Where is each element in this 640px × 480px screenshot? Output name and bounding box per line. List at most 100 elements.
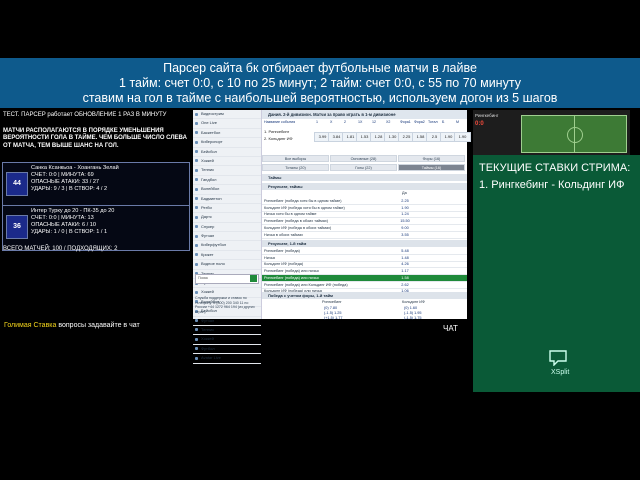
market-tab[interactable]: Форы (16) xyxy=(398,155,465,162)
banner-line-1: Парсер сайта бк отбирает футбольные матч… xyxy=(163,61,477,75)
market-odds[interactable]: 3.55 xyxy=(396,232,414,238)
sidebar-item[interactable]: Теннис xyxy=(193,166,261,176)
match-shots: УДАРЫ: 1 / 0 | В СТВОР: 1 / 1 xyxy=(31,229,108,235)
sidebar-item[interactable]: Хоккей xyxy=(193,157,261,167)
market-odds[interactable]: 4.26 xyxy=(396,261,414,267)
chat-invite-text: вопросы задавайте в чат xyxy=(56,322,140,329)
odds-column-header: Тотал xyxy=(428,120,438,124)
sidebar-item[interactable]: Баскетбол xyxy=(193,129,261,139)
handicap-odds[interactable]: (0) 7.80 xyxy=(324,306,337,310)
sidebar-item[interactable]: Водное поло xyxy=(193,260,261,270)
market-label: Рингкебинг (победа хотя бы в одном тайме… xyxy=(264,199,342,203)
bookmaker-window: Видеострим One Live Баскетбол Киберспорт Бей… xyxy=(193,110,471,364)
xsplit-label: XSplit xyxy=(551,369,570,376)
market-odds[interactable]: 1.17 xyxy=(396,268,414,274)
current-bets-panel: ТЕКУЩИЕ СТАВКИ СТРИМА: 1. Рингкебинг - К… xyxy=(473,155,640,392)
market-odds[interactable]: 1.58 xyxy=(396,275,414,281)
market-odds[interactable]: 1.48 xyxy=(396,255,414,261)
sidebar-item[interactable]: Гандбол xyxy=(193,176,261,186)
market-label: Рингкебинг (победа) xyxy=(264,249,300,253)
sidebar-item[interactable]: Футзал xyxy=(193,317,261,326)
market-odds[interactable]: 2.62 xyxy=(396,282,414,288)
market-label: Кольдинг ИФ (победа хотя бы в одном тайм… xyxy=(264,205,345,210)
support-info: Служба поддержки и ставок по телефону: 8… xyxy=(195,296,255,314)
sidebar-item[interactable]: Киберспорт xyxy=(193,138,261,148)
odds-column-header: X2 xyxy=(386,120,391,124)
handicap-odds[interactable]: (-1.5) 1.95 xyxy=(404,311,422,315)
market-odds[interactable]: 5.48 xyxy=(396,248,414,254)
odds-cell[interactable]: 1.90 xyxy=(454,132,471,142)
sidebar-item[interactable]: Дартс xyxy=(193,213,261,223)
match-probability: 36 xyxy=(6,215,28,239)
sports-sidebar: Видеострим One Live Баскетбол Киберспорт Бей… xyxy=(193,110,262,364)
parser-panel: ТЕСТ. ПАРСЕР работает ОБНОВЛЕНИЕ 1 РАЗ В… xyxy=(0,110,192,370)
odds-column-header: 1 xyxy=(316,120,318,124)
sidebar-item[interactable]: Хоккей xyxy=(193,335,261,345)
odds-column-header: 2 xyxy=(344,120,346,124)
market-label: Рингкебинг (победа) или ничья xyxy=(264,275,319,280)
match-tracker: Рингкебинг 0:0 xyxy=(473,110,630,155)
sidebar-item[interactable]: Волейбол xyxy=(193,185,261,195)
sidebar-item[interactable]: Крикет xyxy=(193,251,261,261)
odds-column-header: X xyxy=(330,120,333,124)
event-panel: Дания. 2-й дивизион. Матчи за право игра… xyxy=(262,110,471,320)
title-banner: Парсер сайта бк отбирает футбольные матч… xyxy=(0,58,640,108)
match-probability: 44 xyxy=(6,172,28,196)
market-tab[interactable]: Основные (28) xyxy=(330,155,397,162)
market-label: Кольдинг ИФ (победа) xyxy=(264,262,304,267)
event-label: Название события xyxy=(264,120,296,124)
market-tab[interactable]: Тоталы (20) xyxy=(262,164,329,171)
market-tab[interactable]: Голы (22) xyxy=(330,164,397,171)
match-teams: Интер Турку до 20 - ПК-35 до 20 xyxy=(31,208,115,214)
sidebar-item[interactable]: Киберфутбол xyxy=(193,241,261,251)
odds-column-header: 1X xyxy=(358,120,363,124)
channel-name: Голимая Ставка xyxy=(4,322,57,329)
market-row[interactable]: Ничья в обоих таймах 3.55 xyxy=(262,232,467,239)
chat-invite: Голимая Ставка вопросы задавайте в чат xyxy=(4,322,140,329)
odds-column-header: 12 xyxy=(372,120,376,124)
match-card: 44 Санка Ксанкьоа - Хоангань Зелай СЧЕТ:… xyxy=(2,162,190,208)
sidebar-item[interactable]: Видеострим xyxy=(193,110,261,120)
market-odds[interactable]: 1.90 xyxy=(396,205,414,211)
market-odds[interactable]: 2.25 xyxy=(396,198,414,204)
sidebar-item[interactable]: Снукер xyxy=(193,223,261,233)
odds-column-header: Фора2 xyxy=(414,120,425,124)
market-label: Ничья в обоих таймах xyxy=(264,232,304,237)
sidebar-item[interactable]: Футзал xyxy=(193,232,261,242)
sidebar-item[interactable]: Бейсбол xyxy=(193,148,261,157)
handicap-odds[interactable]: (+1.5) 1.77 xyxy=(324,316,342,320)
parser-status: ТЕСТ. ПАРСЕР работает ОБНОВЛЕНИЕ 1 РАЗ В… xyxy=(3,112,167,118)
market-tab[interactable]: Все выборы xyxy=(262,155,329,162)
match-shots: УДАРЫ: 9 / 3 | В СТВОР: 4 / 2 xyxy=(31,186,108,192)
sidebar-item[interactable]: Бадминтон xyxy=(193,195,261,204)
market-label: Рингкебинг (победа) или Кольдинг ИФ (поб… xyxy=(264,282,348,287)
handicap-team-header: Кольдинг ИФ xyxy=(402,300,425,304)
sidebar-item[interactable]: Теннис xyxy=(193,326,261,336)
chat-label: ЧАТ xyxy=(443,324,458,333)
section-handicap[interactable]: Победа с учетом форы, 1-й тайм xyxy=(262,292,467,299)
market-odds[interactable]: 15.50 xyxy=(396,218,414,224)
match-totals: ВСЕГО МАТЧЕЙ: 100 / ПОДХОДЯЩИХ: 2 xyxy=(3,246,118,252)
tracker-team: Рингкебинг xyxy=(475,113,499,118)
section-halves-result[interactable]: Результат, таймы xyxy=(262,183,467,190)
odds-column-header: М xyxy=(456,120,459,124)
odds-column-header: Б xyxy=(442,120,445,124)
section-first-half-result[interactable]: Результат, 1-й тайм xyxy=(262,240,467,247)
handicap-odds[interactable]: (0) 1.60 xyxy=(404,306,417,310)
sidebar-item[interactable]: One Live xyxy=(193,119,261,129)
handicap-odds[interactable]: (-1.5) 1.25 xyxy=(324,311,342,315)
market-odds[interactable]: 9.00 xyxy=(396,225,414,231)
match-score: СЧЕТ: 0:0 | МИНУТА: 13 xyxy=(31,215,94,221)
match-score: СЧЕТ: 0:0 | МИНУТА: 69 xyxy=(31,172,94,178)
sidebar-item[interactable]: Футбол xyxy=(193,345,261,355)
banner-line-2: 1 тайм: счет 0:0, с 10 по 25 минут; 2 та… xyxy=(119,76,521,90)
sidebar-item[interactable]: Регби xyxy=(193,204,261,214)
market-label: Ничья хотя бы в одном тайме xyxy=(264,212,317,217)
handicap-odds[interactable]: (-1.5) 1.75 xyxy=(404,316,422,320)
market-tab[interactable]: Таймы (16) xyxy=(398,164,465,171)
section-halves[interactable]: Таймы xyxy=(262,174,467,181)
sidebar-item[interactable]: Avatar Live xyxy=(193,354,261,364)
sidebar-search-button[interactable] xyxy=(250,275,257,282)
match-card: 36 Интер Турку до 20 - ПК-35 до 20 СЧЕТ:… xyxy=(2,205,190,251)
market-odds[interactable]: 1.24 xyxy=(396,211,414,217)
